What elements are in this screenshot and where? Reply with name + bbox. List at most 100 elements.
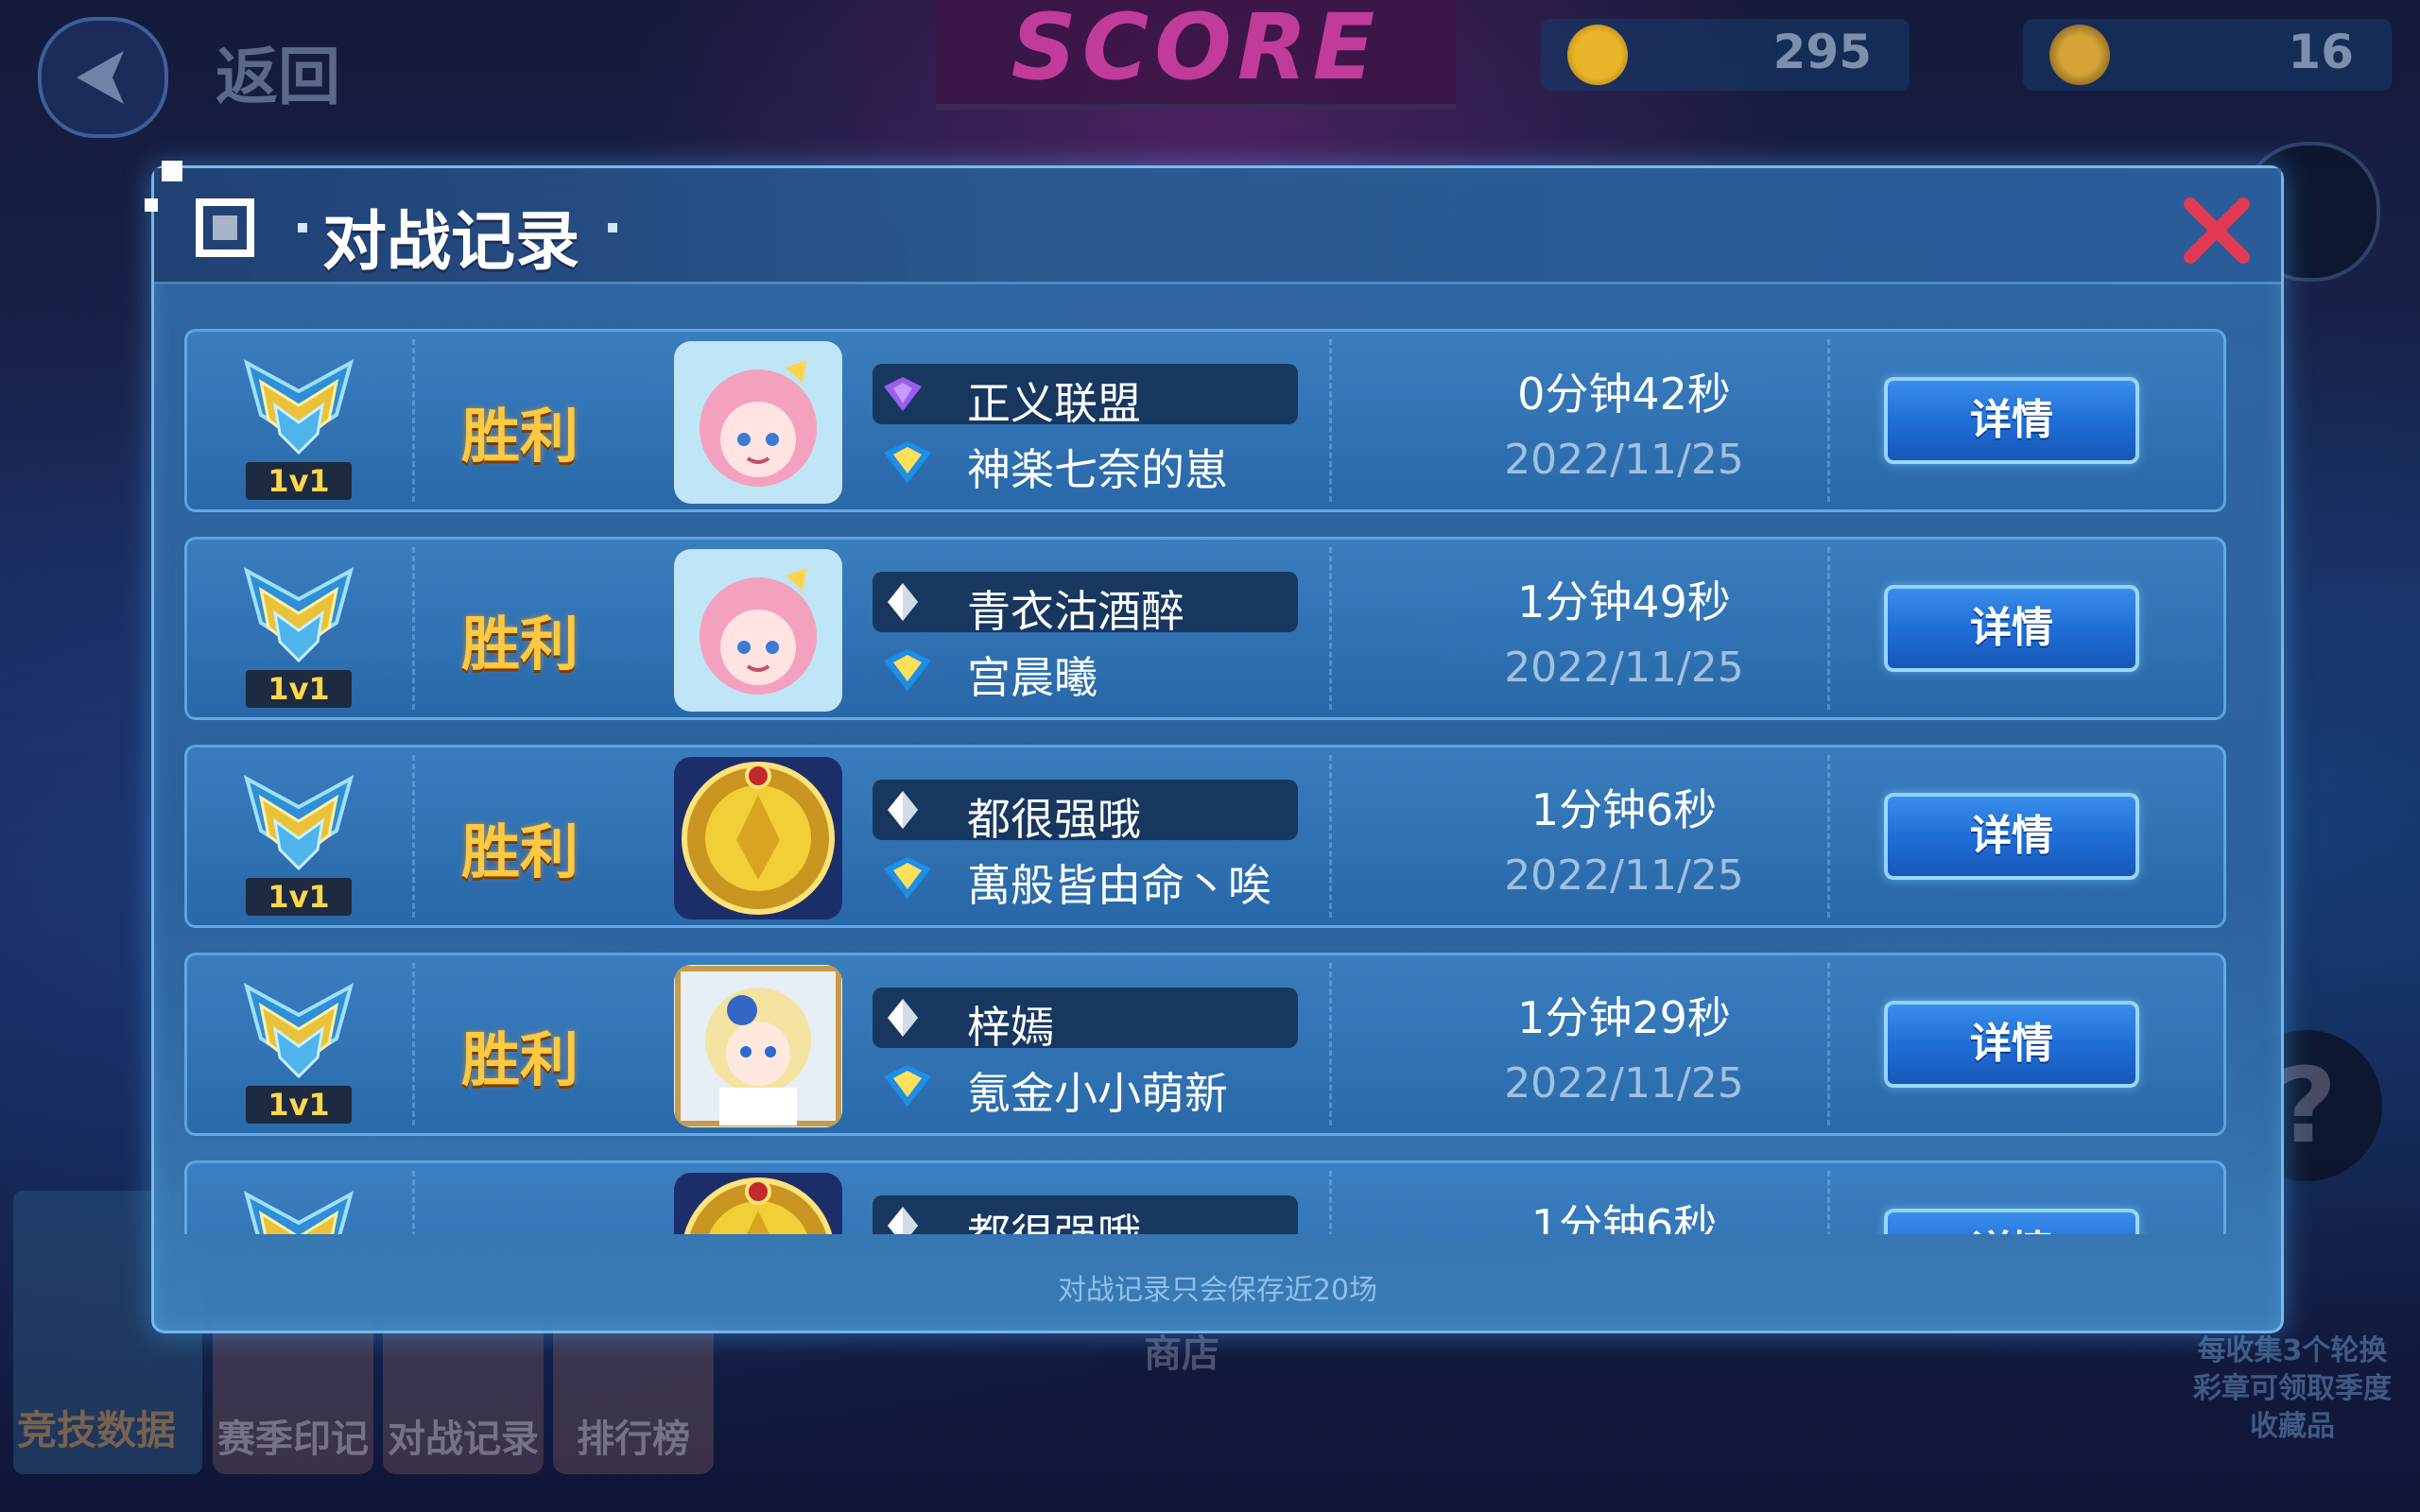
player-avatar xyxy=(674,1173,842,1234)
team-bar: 梓嫣 xyxy=(873,988,1298,1053)
modal-title: 对战记录 xyxy=(322,205,580,280)
player-rank-icon xyxy=(884,1063,931,1108)
header-decoration-icon xyxy=(145,161,254,257)
footer-note: 对战记录只会保存近20场 xyxy=(1057,1274,1378,1307)
mode-label: 1v1 xyxy=(246,670,352,708)
tab-season[interactable]: 赛季印记 xyxy=(213,1314,373,1474)
record-row: 1v1 胜利 梓嫣 氪金小小萌新 1分钟29秒 2022/11/25 详情 xyxy=(184,953,2226,1136)
match-duration: 1分钟49秒 xyxy=(1517,576,1731,627)
column-divider xyxy=(412,339,415,502)
record-list[interactable]: 1v1 胜利 正义联盟 神楽七奈的崽 0分钟42秒 2022/11/25 详情 xyxy=(184,329,2226,1234)
player-avatar xyxy=(674,757,842,919)
badge-coin-icon xyxy=(2049,25,2110,85)
column-divider xyxy=(1329,963,1332,1125)
match-date: 2022/11/25 xyxy=(1504,1059,1744,1108)
modal-header: 对战记录 xyxy=(145,161,2281,284)
column-divider xyxy=(412,963,415,1125)
gold-currency: 295 xyxy=(1541,19,1910,91)
result-label: 胜利 xyxy=(461,817,579,886)
back-arrow-icon xyxy=(77,51,124,104)
back-label[interactable]: 返回 xyxy=(216,26,340,117)
record-row: 1v1 胜利 都很强哦 萬般皆由命丶唉 1分钟6秒 2022/11/25 详情 xyxy=(184,745,2226,928)
purple-diamond-icon xyxy=(884,375,922,413)
team-name: 都很强哦 xyxy=(967,794,1141,845)
mode-label: 1v1 xyxy=(246,462,352,500)
match-duration: 1分钟6秒 xyxy=(1530,784,1718,835)
battle-record-modal: 对战记录 1v1 胜利 正义联盟 神楽七奈的崽 0分钟42秒 2022/11/2… xyxy=(145,161,2284,1333)
team-bar: 都很强哦 xyxy=(873,780,1298,845)
team-name: 青衣沽酒醉 xyxy=(967,586,1184,637)
match-duration: 0分钟42秒 xyxy=(1517,369,1731,420)
player-avatar xyxy=(674,341,842,504)
detail-button[interactable]: 详情 xyxy=(1884,1209,2139,1234)
rank-badge: 1v1 xyxy=(242,765,355,916)
rank-badge: 1v1 xyxy=(242,349,355,500)
title-dot-left xyxy=(298,223,307,232)
white-diamond-icon xyxy=(884,999,922,1037)
column-divider xyxy=(1827,755,1830,918)
mode-label: 1v1 xyxy=(246,1086,352,1124)
rank-chevron-icon xyxy=(242,349,355,472)
record-row: 1v1 胜利 正义联盟 神楽七奈的崽 0分钟42秒 2022/11/25 详情 xyxy=(184,329,2226,512)
team-bar: 正义联盟 xyxy=(873,364,1298,429)
column-divider xyxy=(1329,547,1332,710)
team-name: 正义联盟 xyxy=(967,378,1141,429)
match-duration: 1分钟6秒 xyxy=(1530,1200,1718,1234)
score-sign: SCORE xyxy=(936,0,1456,110)
team-bar: 青衣沽酒醉 xyxy=(873,572,1298,637)
tab-battle-record[interactable]: 对战记录 xyxy=(383,1314,544,1474)
rank-badge: 1v1 xyxy=(242,557,355,708)
rank-chevron-icon xyxy=(242,765,355,887)
record-row: 1v1 胜利 青衣沽酒醉 宫晨曦 1分钟49秒 2022/11/25 详情 xyxy=(184,537,2226,720)
player-name: 萬般皆由命丶唉 xyxy=(967,860,1271,911)
player-rank-icon xyxy=(884,855,931,901)
column-divider xyxy=(1827,963,1830,1125)
match-duration: 1分钟29秒 xyxy=(1517,992,1731,1043)
white-diamond-icon xyxy=(884,791,922,829)
detail-button[interactable]: 详情 xyxy=(1884,1001,2139,1088)
rank-badge: 1v1 xyxy=(242,1180,355,1234)
column-divider xyxy=(412,755,415,918)
badge-currency: 16 xyxy=(2023,19,2392,91)
column-divider xyxy=(412,1171,415,1234)
gold-coin-icon xyxy=(1567,25,1628,85)
back-button[interactable] xyxy=(38,17,168,138)
column-divider xyxy=(1827,547,1830,710)
mode-label: 1v1 xyxy=(246,878,352,916)
badge-amount: 16 xyxy=(2288,25,2354,79)
column-divider xyxy=(1329,1171,1332,1234)
detail-button[interactable]: 详情 xyxy=(1884,793,2139,880)
team-name: 都很强哦 xyxy=(967,1201,1141,1234)
rank-badge: 1v1 xyxy=(242,972,355,1124)
column-divider xyxy=(1827,1171,1830,1234)
player-name: 宫晨曦 xyxy=(967,652,1098,703)
white-diamond-icon xyxy=(884,583,922,621)
detail-button[interactable]: 详情 xyxy=(1884,585,2139,672)
gold-amount: 295 xyxy=(1772,25,1872,79)
rank-chevron-icon xyxy=(242,972,355,1095)
column-divider xyxy=(1827,339,1830,502)
match-date: 2022/11/25 xyxy=(1504,436,1744,484)
match-date: 2022/11/25 xyxy=(1504,644,1744,692)
column-divider xyxy=(412,547,415,710)
close-button[interactable] xyxy=(2181,195,2253,266)
white-diamond-icon xyxy=(884,1207,922,1234)
rank-chevron-icon xyxy=(242,557,355,679)
team-name: 梓嫣 xyxy=(967,1002,1054,1053)
column-divider xyxy=(1329,755,1332,918)
player-name: 氪金小小萌新 xyxy=(967,1068,1228,1119)
title-dot-right xyxy=(608,223,617,232)
detail-button[interactable]: 详情 xyxy=(1884,377,2139,464)
collection-note: 每收集3个轮换彩章可领取季度收藏品 xyxy=(2193,1334,2392,1443)
match-date: 2022/11/25 xyxy=(1504,851,1744,900)
rank-chevron-icon xyxy=(242,1180,355,1234)
record-row: 1v1 胜利 都很强哦 1分钟6秒 详情 xyxy=(184,1160,2226,1234)
column-divider xyxy=(1329,339,1332,502)
result-label: 胜利 xyxy=(461,1220,579,1234)
player-rank-icon xyxy=(884,439,931,485)
player-rank-icon xyxy=(884,647,931,693)
result-label: 胜利 xyxy=(461,1025,579,1094)
player-name: 神楽七奈的崽 xyxy=(967,444,1228,495)
tab-leaderboard[interactable]: 排行榜 xyxy=(553,1314,714,1474)
side-stats-label[interactable]: 竞技数据 xyxy=(17,1399,176,1456)
